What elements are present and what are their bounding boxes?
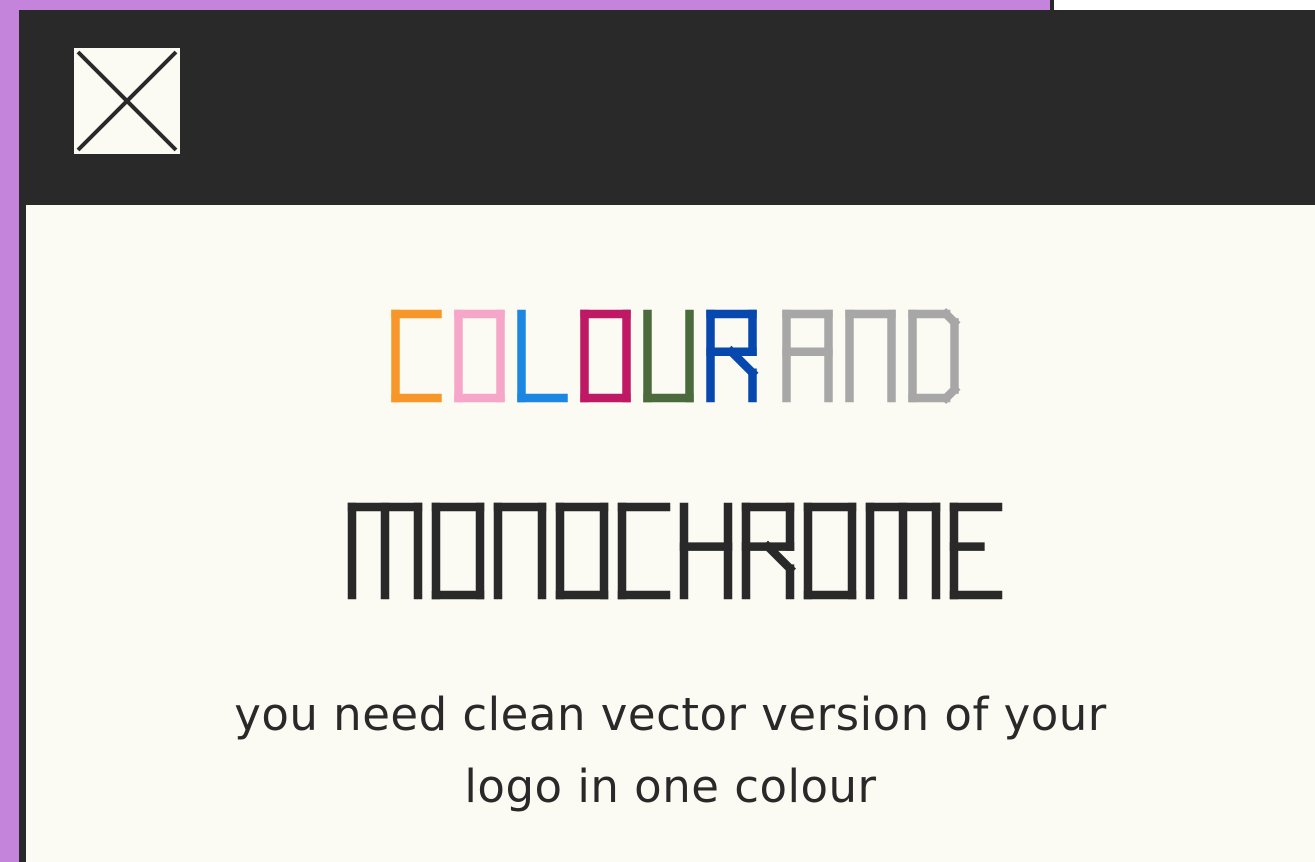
close-x-icon — [76, 50, 178, 152]
headline-line2-letter-r-6 — [741, 502, 797, 600]
headline-line2-letter-n-2 — [493, 502, 547, 600]
headline-line2-letter-o-1 — [431, 502, 485, 600]
subtitle-text: you need clean vector version of your lo… — [26, 679, 1315, 823]
headline-word2-letter-a-0 — [782, 309, 833, 403]
headline-line2-letter-e-9 — [949, 502, 1003, 600]
headline-line2-letter-m-8 — [865, 502, 941, 600]
headline-word2-letter-n-1 — [845, 309, 896, 403]
headline-line2-letter-h-5 — [679, 502, 733, 600]
headline-word1-letter-o-1 — [454, 309, 505, 403]
headline-word1-letter-o-3 — [580, 309, 631, 403]
window-content: you need clean vector version of your lo… — [26, 205, 1315, 862]
headline-line2-letter-m-0 — [347, 502, 423, 600]
subtitle-line-2: logo in one colour — [464, 760, 877, 813]
headline-word2-letter-d-2 — [908, 307, 961, 405]
headline-line2-letter-o-7 — [803, 502, 857, 600]
headline-word1-letter-u-4 — [643, 309, 694, 403]
app-window: you need clean vector version of your lo… — [19, 10, 1315, 862]
headline-word1-letter-r-5 — [706, 309, 759, 403]
headline-line2-letter-o-3 — [555, 502, 609, 600]
headline-line2-letter-c-4 — [617, 502, 671, 600]
headline-word1-letter-c-0 — [391, 309, 442, 403]
close-button[interactable] — [74, 48, 180, 154]
subtitle-line-1: you need clean vector version of your — [234, 688, 1107, 741]
headline-word1-letter-l-2 — [517, 309, 568, 403]
window-titlebar — [19, 10, 1315, 199]
slide-stage: you need clean vector version of your lo… — [0, 0, 1315, 862]
